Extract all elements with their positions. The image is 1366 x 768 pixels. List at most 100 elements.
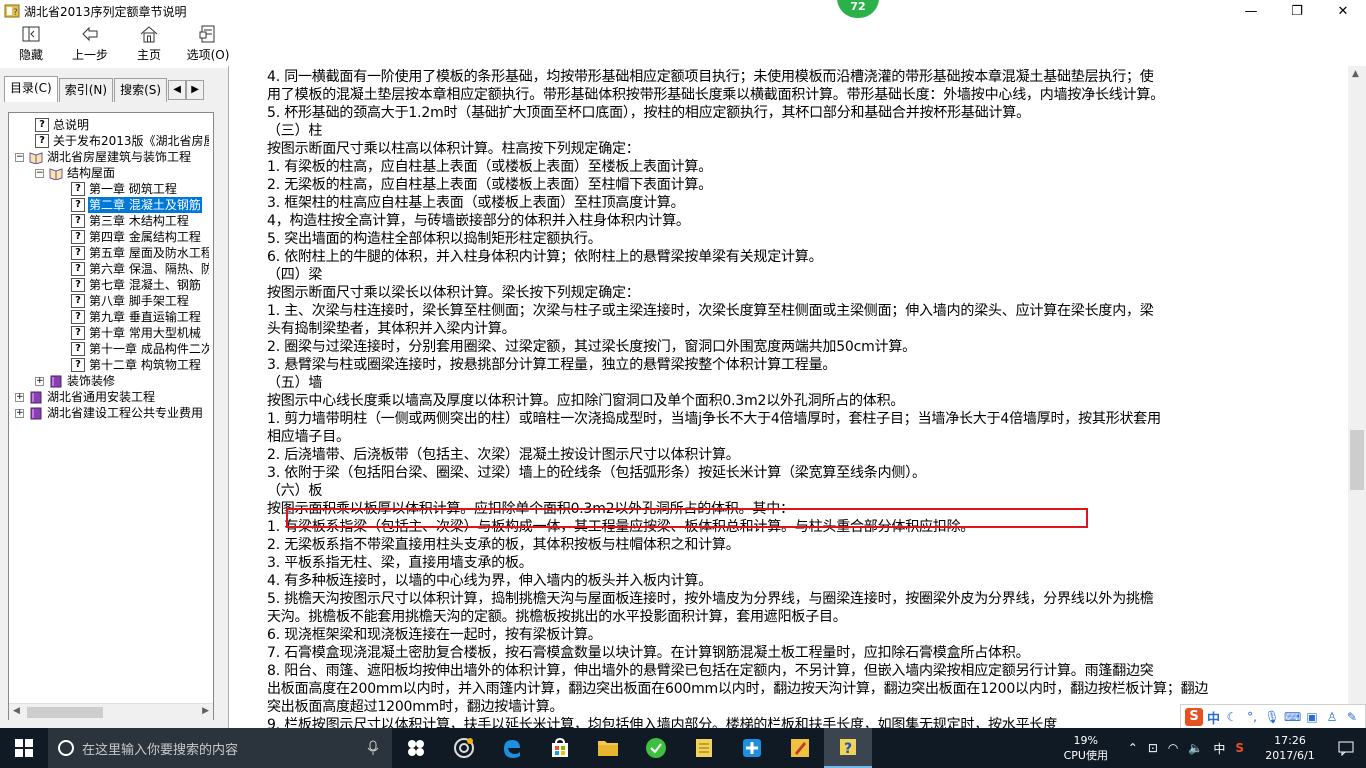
scroll-right-icon[interactable]: ▶ [202,706,209,716]
tree-item[interactable]: + 湖北省通用安装工程 [15,389,156,405]
tree-item[interactable]: ? 关于发布2013版《湖北省房屋 [35,133,209,149]
tree-item[interactable]: − 结构屋面 [35,165,116,181]
network-icon[interactable]: ⊡ [1148,741,1158,755]
tree-item[interactable]: − 湖北省房屋建筑与装饰工程 [15,149,192,165]
tree-item-label: 第四章 金属结构工程 [89,230,201,244]
clock[interactable]: 17:26 2017/6/1 [1254,733,1326,763]
ime-toolbar: S 中 ☾ °, 🎙 ⌨ ▣ ♙ ✎ [1180,704,1366,730]
help-page-icon: ? [71,182,85,196]
tree-item[interactable]: ? 第三章 木结构工程 [71,213,190,229]
content-scroll-thumb[interactable] [1350,430,1364,490]
tools-icon[interactable]: ✎ [1344,709,1360,725]
taskbar-app-360-security[interactable] [632,728,680,768]
action-center-button[interactable] [1326,740,1366,756]
close-button[interactable]: ✕ [1320,0,1366,22]
ime-language[interactable]: 中 [1207,708,1220,727]
tree-item[interactable]: ? 第六章 保温、隔热、防 [71,261,209,277]
help-page-icon: ? [35,118,49,132]
tree-item[interactable]: ? 第十章 常用大型机械 [71,325,202,341]
help-page-icon: ? [71,246,85,260]
scroll-thumb[interactable] [27,707,103,718]
tree-item-label: 第十二章 构筑物工程 [89,358,201,372]
microphone-icon[interactable] [366,740,380,756]
tab-index[interactable]: 索引(N) [58,78,114,102]
content-line: 7. 石膏模盒现浇混凝土密肋复合楼板，按石膏模盒数量以块计算。在计算钢筋混凝土板… [267,645,1030,661]
options-button[interactable]: 选项(O) [180,22,236,66]
tree-item[interactable]: ? 第一章 砌筑工程 [71,181,178,197]
wifi-icon[interactable]: ◠ [1168,741,1178,755]
tab-contents[interactable]: 目录(C) [4,76,58,102]
start-button[interactable] [0,728,48,768]
expand-icon[interactable]: + [15,408,24,418]
back-button[interactable]: 上一步 [62,22,118,66]
hide-button[interactable]: 隐藏 [3,22,59,66]
red-highlight-box [286,508,1088,528]
taskbar-search[interactable]: 在这里输入你要搜索的内容 [48,728,392,768]
content-line: 4. 同一横截面有一阶使用了模板的条形基础，均按带形基础相应定额项目执行；未使用… [267,69,1154,85]
task-view-button[interactable] [392,728,440,768]
scroll-up-icon[interactable]: ▲ [1352,69,1359,79]
taskbar-app-notes[interactable] [680,728,728,768]
toolbar: 隐藏 上一步 主页 选项(O) [0,22,1366,66]
show-hidden-icons-icon[interactable]: ⌃ [1128,741,1138,755]
tree-item[interactable]: ? 第四章 金属结构工程 [71,229,202,245]
microphone-icon[interactable]: 🎙 [1264,709,1280,725]
tree-item[interactable]: + 湖北省建设工程公共专业费用 [15,405,204,421]
keyboard-icon[interactable]: ⌨ [1284,709,1301,725]
volume-icon[interactable]: 🔈 [1188,741,1203,755]
cpu-usage[interactable]: 19% CPU使用 [1054,733,1118,763]
sogou-logo-icon[interactable]: S [1185,708,1203,726]
content-line: 1. 主、次梁与柱连接时，梁长算至柱侧面；次梁与柱子或主梁连接时，次梁长度算至柱… [267,303,1154,319]
tab-scroll-left-icon[interactable]: ◀ [168,80,187,100]
collapse-icon[interactable]: − [15,152,24,162]
tree-item[interactable]: ? 第十二章 构筑物工程 [71,357,202,373]
tree-item[interactable]: ? 总说明 [35,117,90,133]
tree-item[interactable]: ? 第九章 垂直运输工程 [71,309,202,325]
shirt-icon[interactable]: ♙ [1324,709,1340,725]
taskbar-app-browser360[interactable] [440,728,488,768]
taskbar-app-help[interactable]: ? [824,728,872,768]
content-line: 3. 悬臂梁与柱或圈梁连接时，按悬挑部分计算工程量，独立的悬臂梁按整个体积计算工… [267,357,837,373]
back-label: 上一步 [71,48,108,62]
tree-item[interactable]: ? 第七章 混凝土、钢筋 [71,277,202,293]
scroll-left-icon[interactable]: ◀ [13,706,20,716]
tree-horizontal-scrollbar[interactable]: ◀ ▶ [9,703,213,720]
skin-icon[interactable]: ▣ [1304,709,1320,725]
tree-item[interactable]: + 装饰装修 [35,373,116,389]
closed-book-icon [30,407,42,419]
ime-indicator[interactable]: 中 [1213,740,1225,757]
taskbar-app-edge[interactable] [488,728,536,768]
minimize-button[interactable]: — [1228,0,1274,22]
content-line: 按图示断面尺寸乘以梁长以体积计算。梁长按下列规定确定： [267,285,640,301]
punctuation-icon[interactable]: °, [1244,709,1260,725]
folder-icon [598,741,618,756]
tree-item[interactable]: ? 第二章 混凝土及钢筋 [71,196,203,214]
sogou-tray-icon[interactable]: S [1235,741,1244,755]
taskbar-app-explorer[interactable] [584,728,632,768]
tab-search[interactable]: 搜索(S) [114,78,168,102]
expand-icon[interactable]: + [35,376,44,386]
store-icon [552,737,568,757]
tab-scroll-right-icon[interactable]: ▶ [186,80,205,100]
content-vertical-scrollbar[interactable]: ▲ ▼ [1348,66,1366,728]
collapse-icon[interactable]: − [35,168,44,178]
expand-icon[interactable]: + [15,392,24,402]
content-line: 3. 依附于梁（包括阳台梁、圈梁、过梁）墙上的砼线条（包括弧形条）按延长米计算（… [267,465,926,481]
drawing-app-icon [791,739,809,757]
moon-icon[interactable]: ☾ [1224,709,1240,725]
content-line: 5. 突出墙面的构造柱全部体积以捣制矩形柱定额执行。 [267,231,602,247]
taskbar-app-store[interactable] [536,728,584,768]
task-view-icon [408,740,424,756]
tree-item-label: 第六章 保温、隔热、防 [89,262,209,276]
tree-item[interactable]: ? 第十一章 成品构件二次 [71,341,209,357]
tree-item-label: 总说明 [53,118,90,132]
tree-item[interactable]: ? 第五章 屋面及防水工程 [71,245,209,261]
maximize-button[interactable]: ❐ [1274,0,1320,22]
help-page-icon: ? [71,198,85,212]
tree-item[interactable]: ? 第八章 脚手架工程 [71,293,190,309]
home-button[interactable]: 主页 [121,22,177,66]
taskbar-app-tool[interactable] [728,728,776,768]
taskbar-app-pencil[interactable] [776,728,824,768]
content-line: 天沟。挑檐板不能套用挑檐天沟的定额。挑檐板按挑出的水平投影面积计算，套用遮阳板子… [267,609,847,625]
help-page-icon: ? [71,278,85,292]
